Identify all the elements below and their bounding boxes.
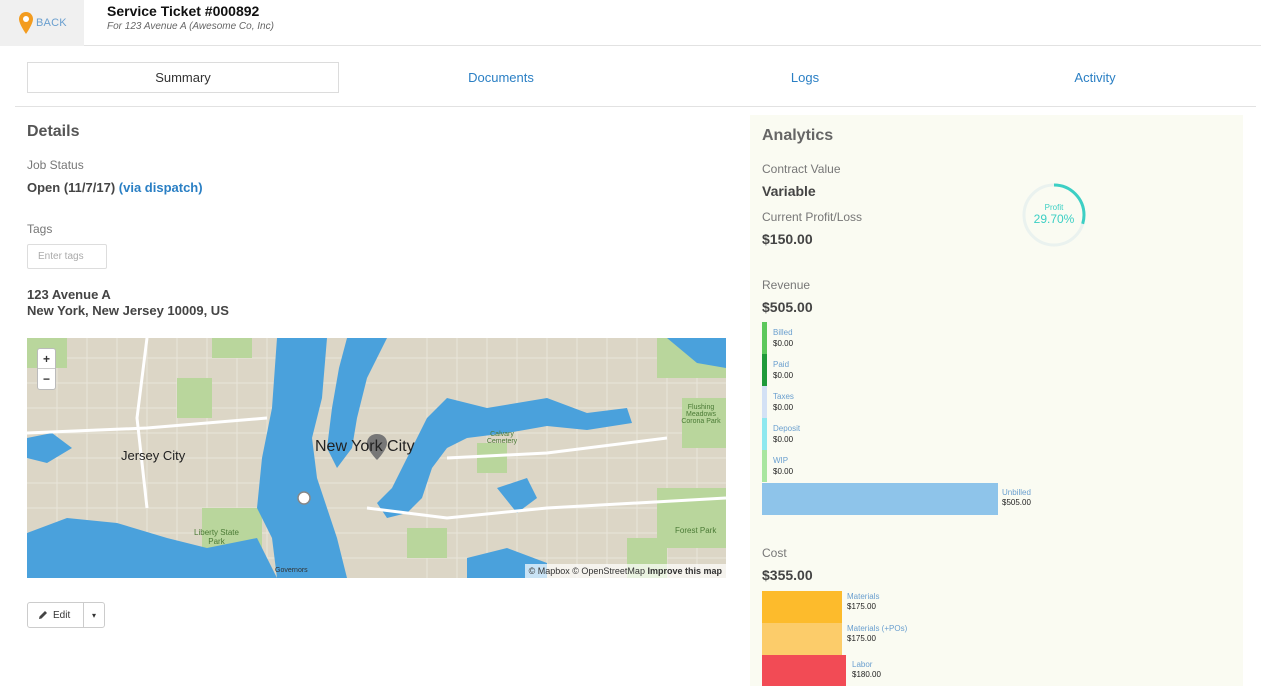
unbilled-bar	[762, 483, 998, 515]
cost-bar-labor	[762, 655, 846, 686]
details-heading: Details	[27, 123, 80, 140]
revenue-bar	[762, 386, 767, 418]
cost-item-name: Materials (+POs)	[847, 624, 908, 633]
revenue-bar	[762, 322, 767, 354]
cost-bar-materials	[762, 591, 842, 623]
attribution-text: © Mapbox © OpenStreetMap	[528, 566, 645, 576]
revenue-item-amount: $0.00	[773, 371, 794, 380]
tab-activity[interactable]: Activity	[1045, 62, 1145, 93]
back-button[interactable]: BACK	[0, 0, 84, 46]
tab-documents[interactable]: Documents	[425, 62, 577, 93]
improve-map-link[interactable]: Improve this map	[647, 566, 722, 576]
map-zoom-control: + −	[37, 348, 56, 390]
contract-value-label: Contract Value	[762, 162, 841, 176]
revenue-item-amount: $0.00	[773, 435, 794, 444]
map-label-calvary: Calvary Cemetery	[486, 431, 518, 445]
tags-label: Tags	[27, 222, 53, 236]
revenue-total: $505.00	[762, 299, 813, 315]
edit-button-group: Edit ▾	[27, 602, 105, 628]
tab-bar: Summary Documents Logs Activity	[15, 55, 1256, 107]
map-label-governors: Governors	[275, 567, 308, 574]
revenue-label: Revenue	[762, 278, 811, 292]
job-status-label: Job Status	[27, 158, 84, 172]
profit-ring: Profit 29.70%	[1020, 181, 1088, 249]
tab-summary[interactable]: Summary	[27, 62, 339, 93]
revenue-item-name: Billed	[773, 328, 793, 337]
revenue-item-amount: $0.00	[773, 467, 794, 476]
profit-ring-percent: 29.70%	[1033, 212, 1075, 226]
revenue-bar	[762, 418, 767, 450]
address-line-1: 123 Avenue A	[27, 287, 111, 302]
location-map[interactable]: New York City Jersey City Liberty State …	[27, 338, 726, 578]
page-title: Service Ticket #000892	[107, 3, 260, 19]
chevron-down-icon: ▾	[91, 610, 96, 620]
edit-label: Edit	[53, 609, 71, 621]
contract-value: Variable	[762, 183, 816, 199]
zoom-out-button[interactable]: −	[38, 369, 55, 389]
map-attribution: © Mapbox © OpenStreetMap Improve this ma…	[524, 564, 726, 578]
cost-item-name: Materials	[847, 592, 880, 601]
analytics-panel: Analytics Contract Value Variable Curren…	[750, 115, 1243, 686]
map-label-nyc: New York City	[315, 438, 415, 455]
cost-item-amount: $175.00	[847, 602, 876, 611]
map-label-flushing: Flushing Meadows Corona Park	[681, 404, 721, 425]
revenue-item-amount: $0.00	[773, 339, 794, 348]
map-label-forest: Forest Park	[675, 526, 717, 535]
pencil-icon	[39, 611, 47, 619]
unbilled-name: Unbilled	[1002, 488, 1031, 497]
top-bar: BACK Service Ticket #000892 For 123 Aven…	[0, 0, 1261, 46]
cost-item-amount: $175.00	[847, 634, 876, 643]
dispatch-link[interactable]: (via dispatch)	[119, 180, 203, 195]
edit-dropdown-toggle[interactable]: ▾	[84, 603, 104, 627]
back-label: BACK	[36, 17, 67, 29]
map-point-icon[interactable]	[297, 491, 311, 505]
tags-input[interactable]	[27, 244, 107, 269]
job-status-text: Open (11/7/17)	[27, 180, 116, 195]
page-subtitle: For 123 Avenue A (Awesome Co, Inc)	[107, 21, 274, 32]
revenue-item-name: Deposit	[773, 424, 801, 433]
tab-logs[interactable]: Logs	[755, 62, 855, 93]
map-label-liberty: Liberty State Park	[194, 528, 239, 546]
cost-item-amount: $180.00	[852, 670, 881, 679]
zoom-in-button[interactable]: +	[38, 349, 55, 369]
address-line-2: New York, New Jersey 10009, US	[27, 303, 229, 318]
revenue-item-name: Paid	[773, 360, 790, 369]
job-status-value: Open (11/7/17) (via dispatch)	[27, 180, 203, 195]
revenue-bar	[762, 450, 767, 482]
cost-bar-materials-pos	[762, 623, 842, 655]
edit-button[interactable]: Edit	[28, 603, 84, 627]
location-pin-icon	[19, 12, 33, 34]
analytics-title: Analytics	[762, 127, 834, 144]
cost-total: $355.00	[762, 567, 813, 583]
cost-item-name: Labor	[852, 660, 873, 669]
revenue-bar	[762, 354, 767, 386]
revenue-item-amount: $0.00	[773, 403, 794, 412]
profit-loss-label: Current Profit/Loss	[762, 210, 863, 224]
revenue-item-name: WIP	[773, 456, 789, 465]
unbilled-amount: $505.00	[1002, 498, 1031, 507]
map-label-jersey: Jersey City	[121, 448, 186, 463]
profit-ring-label: Profit	[1044, 203, 1064, 212]
revenue-item-name: Taxes	[773, 392, 794, 401]
profit-loss-value: $150.00	[762, 231, 813, 247]
cost-label: Cost	[762, 546, 787, 560]
